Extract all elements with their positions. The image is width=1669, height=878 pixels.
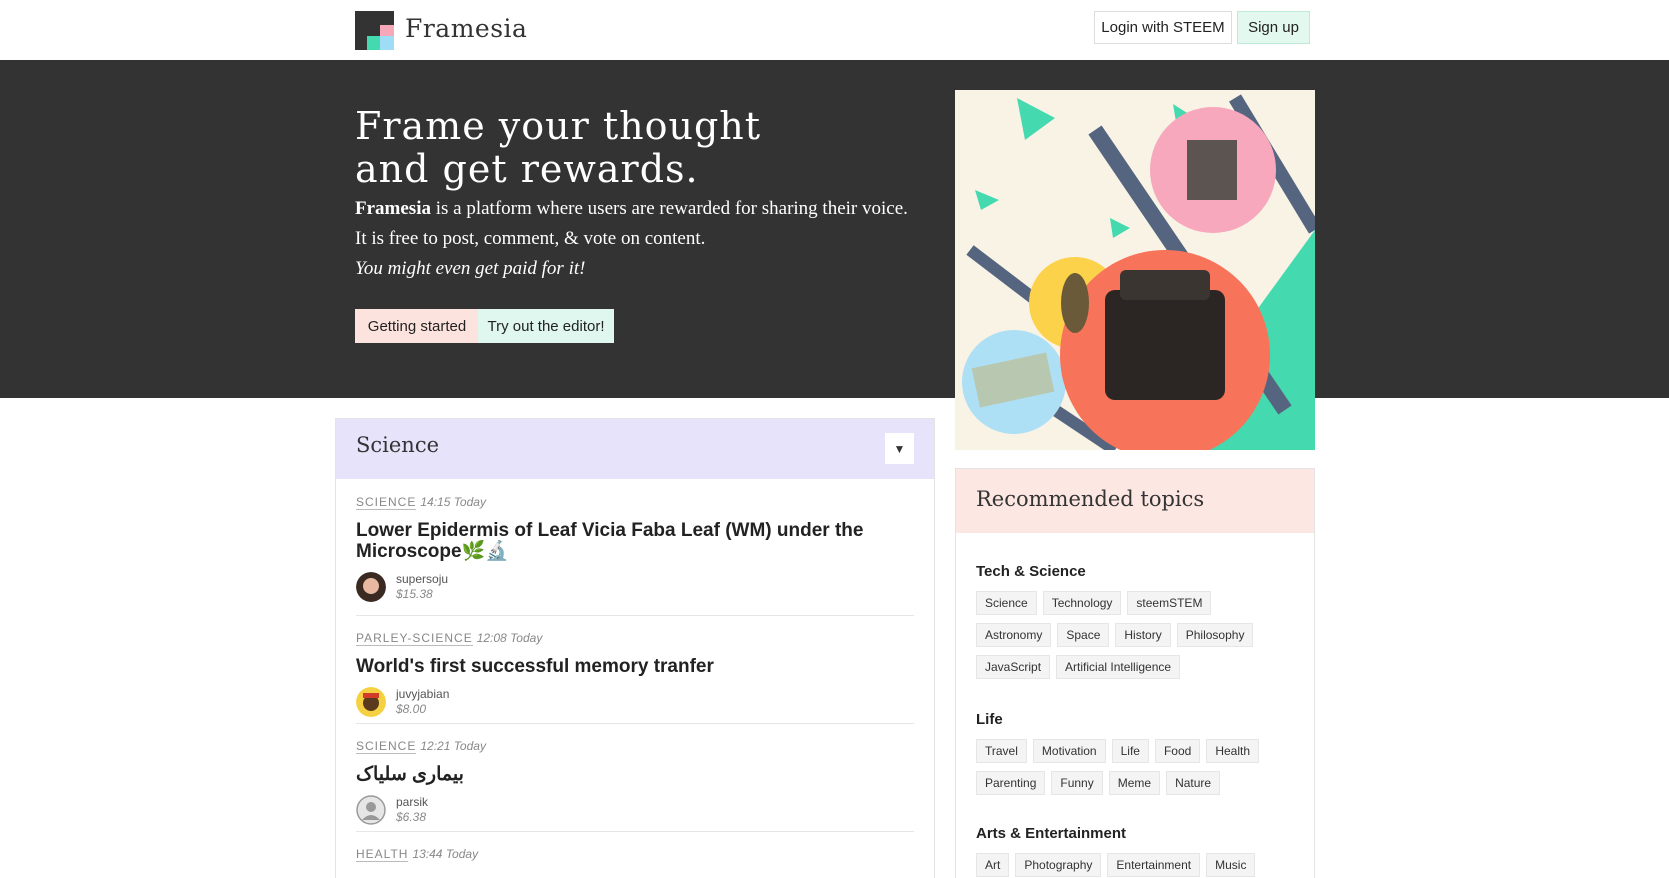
hero-title-line1: Frame your thought <box>355 104 762 148</box>
author-name[interactable]: supersoju <box>396 572 448 586</box>
topic-chip[interactable]: Philosophy <box>1176 623 1254 647</box>
recommended-title: Recommended topics <box>976 487 1205 511</box>
topic-chips: Art Photography Entertainment Music <box>976 853 1306 878</box>
topic-chip[interactable]: Motivation <box>1032 739 1106 763</box>
topic-chip[interactable]: Travel <box>976 739 1027 763</box>
post-payout: $8.00 <box>396 702 427 716</box>
topic-chip[interactable]: Meme <box>1108 771 1161 795</box>
topic-chip[interactable]: steemSTEM <box>1127 591 1212 615</box>
hero-section <box>0 60 1669 398</box>
post-author: supersoju $15.38 <box>356 572 914 608</box>
hero-title: Frame your thought and get rewards. <box>355 105 761 191</box>
recommended-topics-panel: Recommended topics Tech & Science Scienc… <box>955 468 1315 878</box>
author-name[interactable]: parsik <box>396 795 428 809</box>
post-time: 12:08 Today <box>476 631 543 645</box>
post-item[interactable]: HEALTH 13:44 Today <box>356 847 914 878</box>
topic-chip[interactable]: JavaScript <box>976 655 1051 679</box>
hero-brand-word: Framesia <box>355 198 431 219</box>
post-time: 12:21 Today <box>420 739 486 753</box>
feed-title: Science <box>356 433 440 457</box>
post-meta: SCIENCE 14:15 Today <box>356 495 914 510</box>
topic-chip[interactable]: Science <box>976 591 1037 615</box>
post-meta: SCIENCE 12:21 Today <box>356 739 914 754</box>
topic-chip[interactable]: History <box>1115 623 1171 647</box>
topic-chip[interactable]: Entertainment <box>1107 853 1201 877</box>
post-tag[interactable]: SCIENCE <box>356 739 417 754</box>
topic-chip[interactable]: Food <box>1154 739 1201 763</box>
topic-group-title: Life <box>976 711 1003 728</box>
topic-chip[interactable]: Music <box>1206 853 1256 877</box>
post-time: 13:44 Today <box>412 847 479 861</box>
topic-group-title: Tech & Science <box>976 563 1086 580</box>
post-tag[interactable]: PARLEY-SCIENCE <box>356 631 473 646</box>
post-item[interactable]: SCIENCE 12:21 Today بیماری سلیاک parsik $… <box>356 739 914 832</box>
topic-chip[interactable]: Astronomy <box>976 623 1052 647</box>
hero-desc-text: is a platform where users are rewarded f… <box>430 198 908 219</box>
post-author: juvyjabian $8.00 <box>356 687 914 723</box>
topic-chip[interactable]: Nature <box>1166 771 1221 795</box>
top-navbar: Framesia Login with STEEM Sign up <box>0 0 1669 60</box>
post-item[interactable]: PARLEY-SCIENCE 12:08 Today World's first … <box>356 631 914 724</box>
brand-name[interactable]: Framesia <box>405 14 527 43</box>
post-payout: $15.38 <box>396 587 433 601</box>
getting-started-button[interactable]: Getting started <box>355 309 479 343</box>
collage-illustration <box>962 94 1315 450</box>
topic-chip[interactable]: Life <box>1111 739 1149 763</box>
topic-chip[interactable]: Health <box>1206 739 1260 763</box>
post-tag[interactable]: HEALTH <box>356 847 409 862</box>
topic-chip[interactable]: Space <box>1057 623 1110 647</box>
hero-paid-text: You might even get paid for it! <box>355 258 586 279</box>
post-title[interactable]: بیماری سلیاک <box>356 764 914 785</box>
topic-chips: Science Technology steemSTEM Astronomy Space… <box>976 591 1306 687</box>
post-tag[interactable]: SCIENCE <box>356 495 417 510</box>
login-with-steem-button[interactable]: Login with STEEM <box>1094 11 1232 44</box>
avatar[interactable] <box>356 572 386 602</box>
default-avatar-icon[interactable] <box>356 795 386 825</box>
recommended-header: Recommended topics <box>956 469 1314 533</box>
hero-title-line2: and get rewards. <box>355 147 699 191</box>
post-meta: PARLEY-SCIENCE 12:08 Today <box>356 631 914 646</box>
post-title[interactable]: World's first successful memory tranfer <box>356 656 914 677</box>
topic-chip[interactable]: Funny <box>1051 771 1103 795</box>
topic-chips: Travel Motivation Life Food Health Parenting F… <box>976 739 1306 803</box>
sign-up-button[interactable]: Sign up <box>1237 11 1310 44</box>
topic-chip[interactable]: Artificial Intelligence <box>1056 655 1181 679</box>
feed-header: Science ▼ <box>336 419 934 479</box>
author-name[interactable]: juvyjabian <box>396 687 449 701</box>
topic-chip[interactable]: Technology <box>1042 591 1122 615</box>
post-payout: $6.38 <box>396 810 427 824</box>
post-title[interactable]: Lower Epidermis of Leaf Vicia Faba Leaf … <box>356 520 914 562</box>
post-meta: HEALTH 13:44 Today <box>356 847 914 862</box>
category-dropdown-icon[interactable]: ▼ <box>885 433 914 464</box>
topic-chip[interactable]: Parenting <box>976 771 1046 795</box>
post-item[interactable]: SCIENCE 14:15 Today Lower Epidermis of Le… <box>356 495 914 616</box>
topic-chip[interactable]: Art <box>976 853 1010 877</box>
topic-chip[interactable]: Photography <box>1015 853 1102 877</box>
framesia-logo-icon[interactable] <box>355 11 394 50</box>
post-author: parsik $6.38 <box>356 795 914 831</box>
hero-description: Framesia is a platform where users are r… <box>355 198 908 220</box>
post-time: 14:15 Today <box>420 495 486 509</box>
topic-group-title: Arts & Entertainment <box>976 825 1127 842</box>
avatar[interactable] <box>356 687 386 717</box>
science-feed: Science ▼ SCIENCE 14:15 Today Lower Epide… <box>335 418 935 878</box>
try-editor-button[interactable]: Try out the editor! <box>478 309 614 343</box>
hero-free-text: It is free to post, comment, & vote on c… <box>355 228 706 249</box>
hero-illustration <box>955 90 1315 450</box>
